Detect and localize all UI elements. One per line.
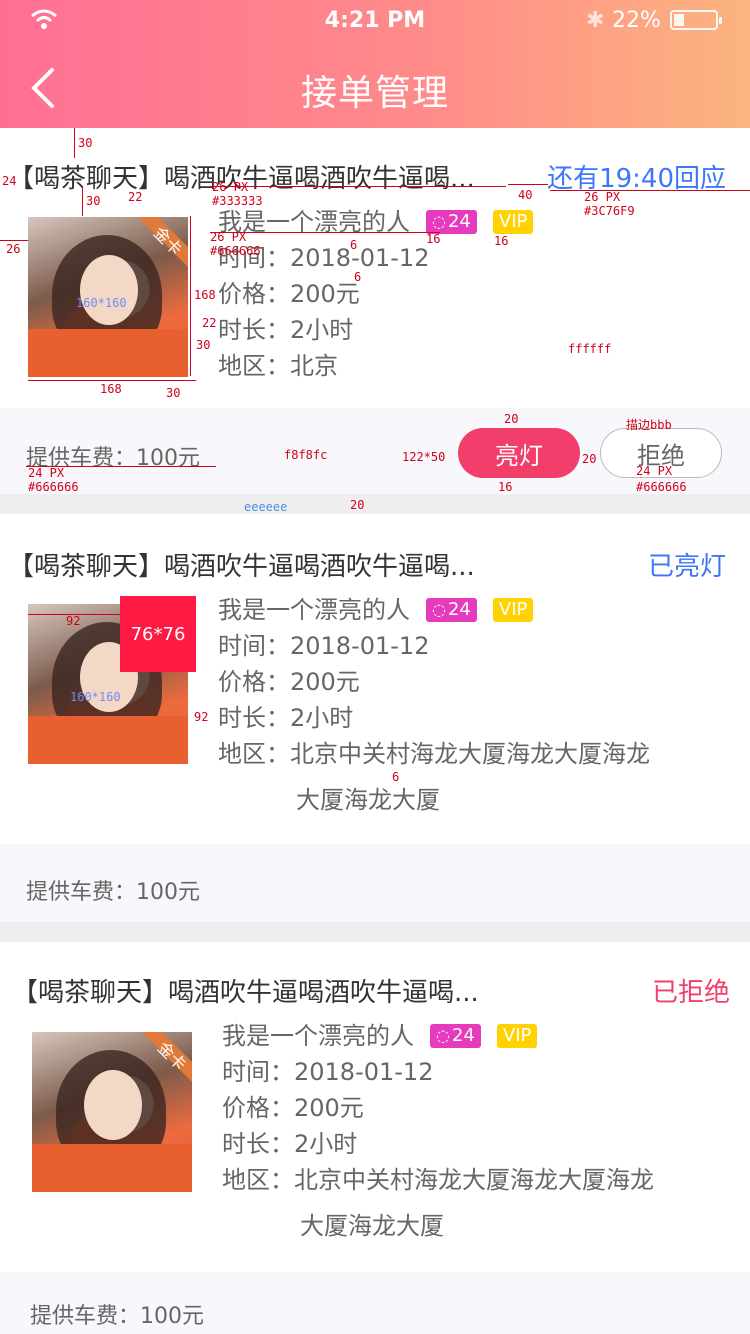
spec-label: 92 [66, 614, 81, 628]
spec-label: 16 [426, 232, 441, 246]
spec-label: 6 [392, 770, 400, 784]
vip-badge: VIP [492, 210, 534, 234]
vip-badge: VIP [496, 1024, 538, 1048]
spec-label: 30 [86, 194, 101, 208]
order-info: 我是一个漂亮的人 ◌ 24 VIP 时间：2018-01-12 价格：200元 时… [218, 204, 534, 384]
spec-label: 24 PX [28, 466, 65, 480]
spec-line [190, 216, 191, 376]
user-name: 我是一个漂亮的人 [218, 208, 410, 236]
order-area-continued: 大厦海龙大厦 [300, 1212, 444, 1240]
app-header: 4:21 PM ✱ 22% 接单管理 [0, 0, 750, 128]
spec-label: 160*160 [76, 296, 127, 310]
order-info: 我是一个漂亮的人 ◌ 24 VIP 时间：2018-01-12 价格：200元 时… [218, 592, 650, 818]
message-count-badge: ◌ 24 [430, 1024, 481, 1048]
spec-label: 30 [196, 338, 211, 352]
order-info: 我是一个漂亮的人 ◌ 24 VIP 时间：2018-01-12 价格：200元 时… [222, 1018, 654, 1244]
order-status: 已亮灯 [647, 552, 726, 582]
spec-line [82, 188, 83, 216]
spec-label: 20 [350, 498, 365, 512]
spec-label: 6 [350, 238, 358, 252]
spec-label: 92 [194, 710, 209, 724]
order-area-continued: 大厦海龙大厦 [296, 786, 440, 814]
spec-line [0, 240, 28, 241]
spec-label: 26 PX [212, 180, 249, 194]
spec-label: #666666 [28, 480, 79, 494]
spec-label: 22 [202, 316, 217, 330]
message-count-badge: ◌ 24 [426, 598, 477, 622]
order-time: 时间：2018-01-12 [218, 244, 430, 272]
spec-label: 26 [6, 242, 21, 256]
divider [0, 494, 750, 514]
size-placeholder-badge: 76*76 [120, 596, 196, 672]
spec-line [28, 380, 196, 381]
order-duration: 时长：2小时 [218, 704, 354, 732]
spec-label: 24 [2, 174, 17, 188]
spec-label: ffffff [568, 342, 612, 356]
spec-label: 6 [354, 270, 362, 284]
battery-percent: 22% [612, 8, 661, 33]
battery-icon [670, 10, 722, 30]
spec-line [210, 186, 506, 187]
spec-label: eeeeee [244, 500, 288, 514]
order-duration: 时长：2小时 [218, 316, 354, 344]
order-price: 价格：200元 [222, 1094, 364, 1122]
spec-label: 26 PX [584, 190, 621, 204]
order-price: 价格：200元 [218, 668, 360, 696]
message-count-badge: ◌ 24 [426, 210, 477, 234]
spec-label: #666666 [636, 480, 687, 494]
gold-card-badge: 金卡 [142, 1032, 192, 1082]
spec-label: 20 [504, 412, 519, 426]
spec-line [550, 190, 750, 191]
gold-card-badge: 金卡 [138, 217, 188, 267]
order-status: 已拒绝 [651, 978, 730, 1008]
order-price: 价格：200元 [218, 280, 360, 308]
divider [0, 922, 750, 942]
order-title: 【喝茶聊天】喝酒吹牛逼喝酒吹牛逼喝... [12, 978, 479, 1008]
vip-badge: VIP [492, 598, 534, 622]
spec-label: #666666 [210, 244, 261, 258]
order-card[interactable]: 【喝茶聊天】喝酒吹牛逼喝酒吹牛逼喝... 还有19:40回应 金卡 我是一个漂亮… [0, 128, 750, 408]
order-time: 时间：2018-01-12 [222, 1058, 434, 1086]
spec-label: 22 [128, 190, 143, 204]
spec-label: 30 [166, 386, 181, 400]
order-area: 地区：北京中关村海龙大厦海龙大厦海龙 [218, 740, 650, 768]
spec-label: 24 PX [636, 464, 673, 478]
spec-label: 122*50 [402, 450, 446, 464]
spec-label: 30 [78, 136, 93, 150]
user-name: 我是一个漂亮的人 [218, 596, 410, 624]
order-title: 【喝茶聊天】喝酒吹牛逼喝酒吹牛逼喝... [8, 552, 475, 582]
spec-label: 16 [498, 480, 513, 494]
order-card[interactable]: 【喝茶聊天】喝酒吹牛逼喝酒吹牛逼喝... 已拒绝 金卡 我是一个漂亮的人 ◌ 24… [0, 942, 750, 1272]
spec-label: 168 [100, 382, 122, 396]
fare-text: 提供车费：100元 [30, 1304, 204, 1329]
spec-label: 160*160 [70, 690, 121, 704]
status-bar: 4:21 PM ✱ 22% [0, 0, 750, 40]
spec-line [508, 184, 548, 185]
fare-text: 提供车费：100元 [26, 880, 200, 905]
spec-label: 26 PX [210, 230, 247, 244]
bluetooth-icon: ✱ [586, 8, 605, 33]
order-footer: 提供车费：100元 [0, 1272, 750, 1334]
page-title: 接单管理 [300, 73, 449, 114]
spec-label: 40 [518, 188, 533, 202]
spec-line [74, 128, 75, 158]
spec-label: 168 [194, 288, 216, 302]
light-up-button[interactable]: 亮灯 [458, 428, 580, 478]
order-time: 时间：2018-01-12 [218, 632, 430, 660]
order-duration: 时长：2小时 [222, 1130, 358, 1158]
spec-label: 描边bbb [626, 418, 672, 432]
chat-icon: ◌ [436, 1026, 450, 1045]
spec-label: 20 [582, 452, 597, 466]
spec-label: 16 [494, 234, 509, 248]
order-card[interactable]: 【喝茶聊天】喝酒吹牛逼喝酒吹牛逼喝... 已亮灯 76*76 我是一个漂亮的人 … [0, 514, 750, 844]
order-footer: 提供车费：100元 [0, 844, 750, 922]
order-area: 地区：北京中关村海龙大厦海龙大厦海龙 [222, 1166, 654, 1194]
spec-label: #333333 [212, 194, 263, 208]
avatar[interactable]: 金卡 [32, 1032, 192, 1192]
order-area: 地区：北京 [218, 352, 338, 380]
spec-label: #3C76F9 [584, 204, 635, 218]
chat-icon: ◌ [432, 600, 446, 619]
user-name: 我是一个漂亮的人 [222, 1022, 414, 1050]
spec-label: f8f8fc [284, 448, 328, 462]
